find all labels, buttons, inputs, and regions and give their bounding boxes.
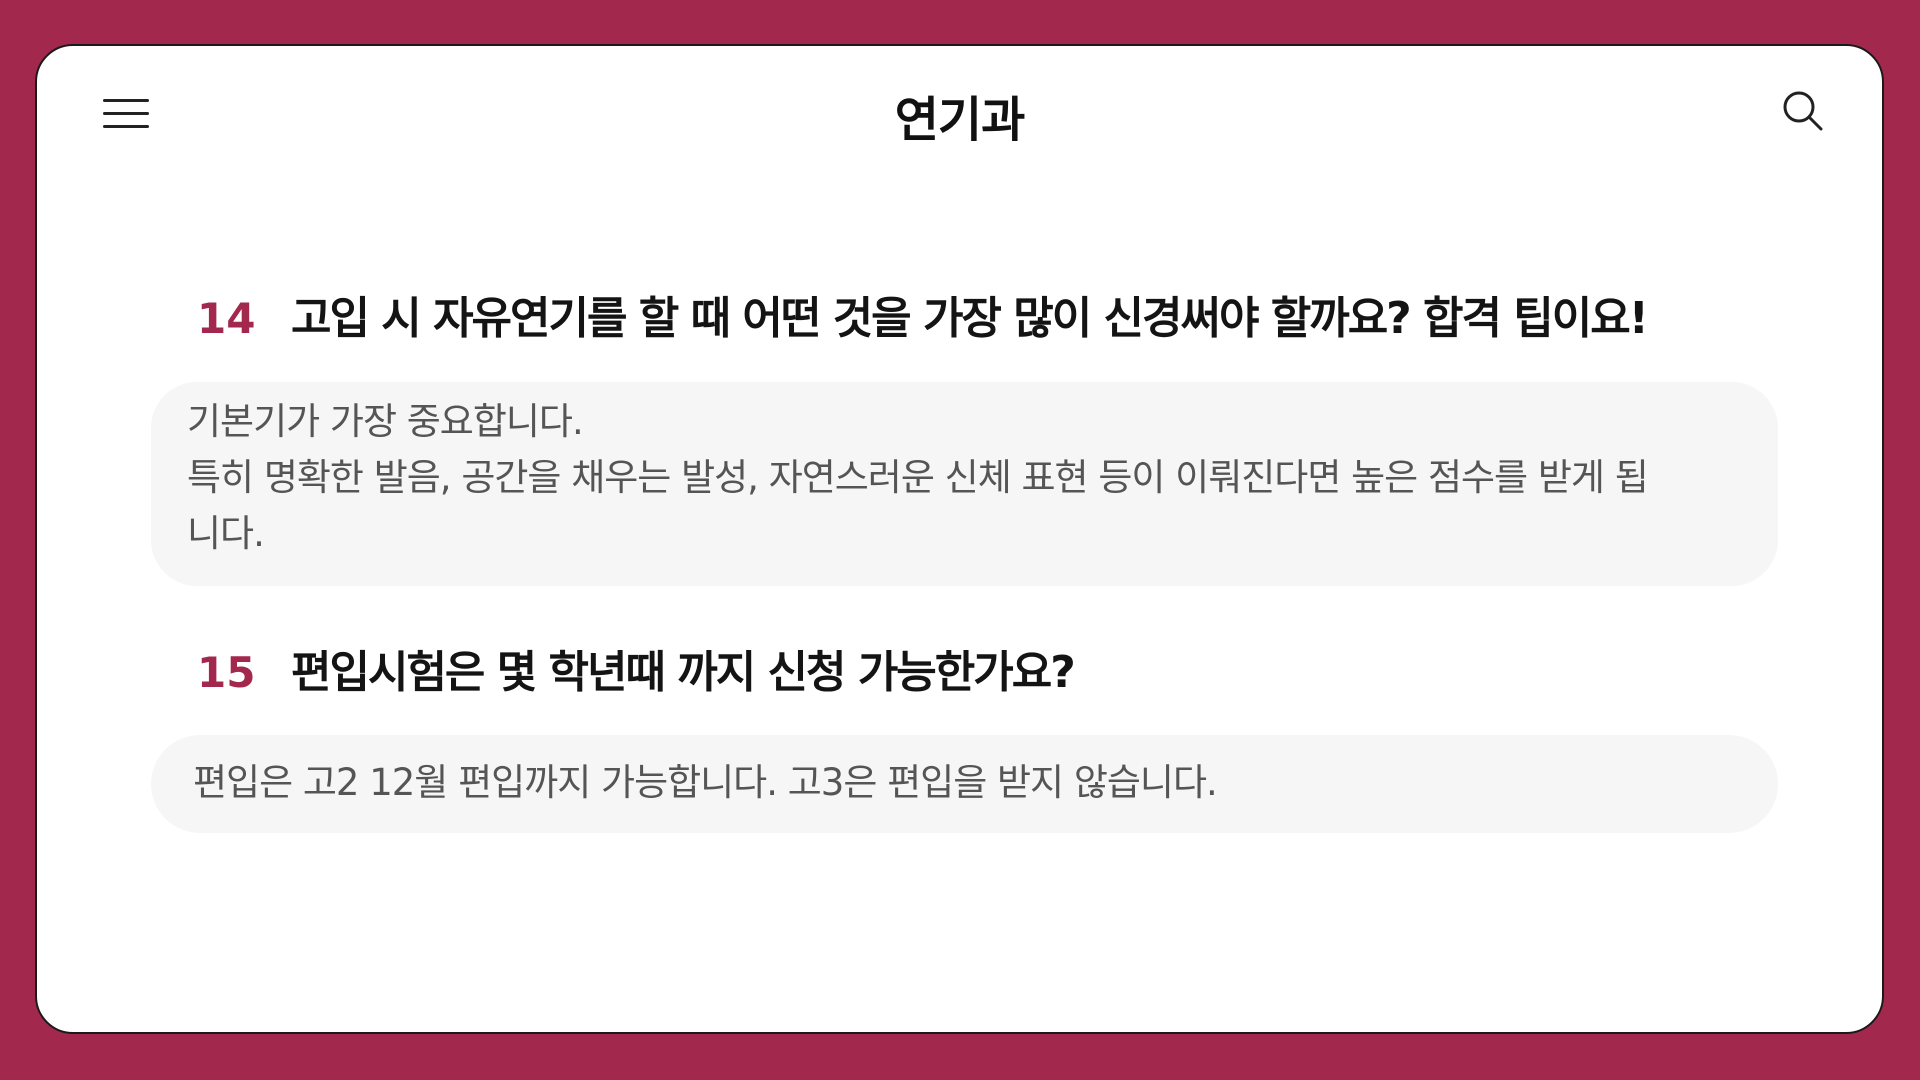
faq-number: 14 — [197, 294, 256, 343]
faq-question-15[interactable]: 15 편입시험은 몇 학년때 까지 신청 가능한가요? — [197, 636, 1782, 700]
page-title: 연기과 — [894, 92, 1025, 148]
faq-number: 15 — [197, 648, 256, 697]
faq-answer-14: 기본기가 가장 중요합니다. 특히 명확한 발음, 공간을 채우는 발성, 자연… — [151, 382, 1778, 586]
answer-line: 특히 명확한 발음, 공간을 채우는 발성, 자연스러운 신체 표현 등이 이뤄… — [187, 456, 1649, 499]
search-glyph — [1783, 91, 1823, 131]
faq-question-14[interactable]: 14 고입 시 자유연기를 할 때 어떤 것을 가장 많이 신경써야 할까요? … — [197, 282, 1782, 346]
search-icon[interactable] — [1780, 88, 1826, 134]
content-card: 연기과 14 고입 시 자유연기를 할 때 어떤 것을 가장 많이 신경써야 할… — [35, 44, 1884, 1034]
faq-answer-15: 편입은 고2 12월 편입까지 가능합니다. 고3은 편입을 받지 않습니다. — [151, 735, 1778, 833]
answer-line: 니다. — [187, 512, 265, 555]
faq-question-text: 편입시험은 몇 학년때 까지 신청 가능한가요? — [291, 647, 1076, 698]
answer-line: 기본기가 가장 중요합니다. — [187, 400, 584, 443]
faq-question-text: 고입 시 자유연기를 할 때 어떤 것을 가장 많이 신경써야 할까요? 합격 … — [291, 293, 1649, 344]
answer-line: 편입은 고2 12월 편입까지 가능합니다. 고3은 편입을 받지 않습니다. — [193, 761, 1218, 804]
